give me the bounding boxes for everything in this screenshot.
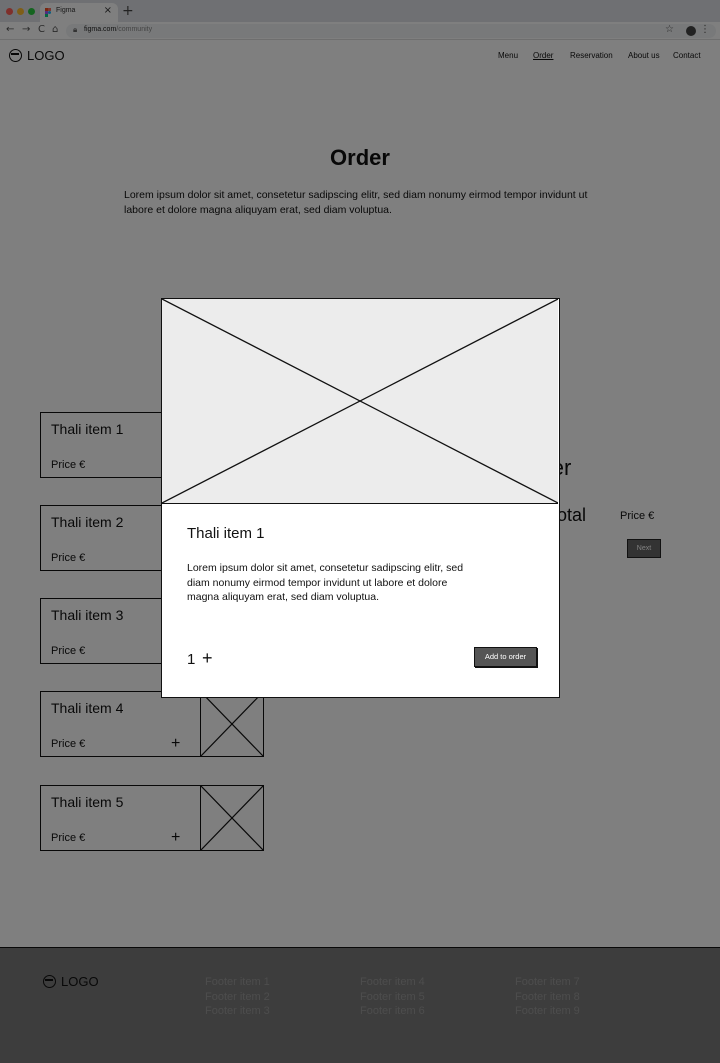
increase-quantity-button[interactable]: + — [202, 648, 213, 669]
item-detail-modal: Thali item 1 Lorem ipsum dolor sit amet,… — [161, 298, 560, 698]
modal-image-placeholder — [162, 299, 558, 504]
quantity-value: 1 — [187, 651, 196, 668]
modal-item-description: Lorem ipsum dolor sit amet, consetetur s… — [187, 562, 464, 604]
modal-item-title: Thali item 1 — [187, 525, 265, 542]
add-to-order-button[interactable]: Add to order — [474, 647, 537, 667]
